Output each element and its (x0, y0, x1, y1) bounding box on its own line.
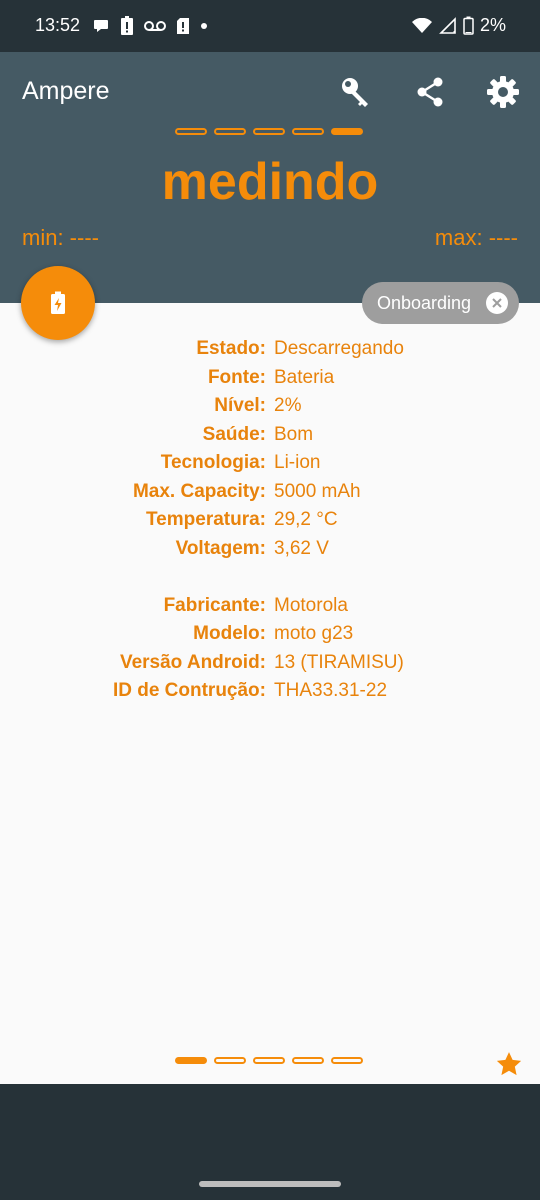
info-row: Max. Capacity: 5000 mAh (0, 481, 540, 509)
info-value: 3,62 V (274, 538, 329, 559)
info-row: Nível: 2% (0, 395, 540, 423)
chat-notification-icon (92, 17, 110, 35)
info-value: 5000 mAh (274, 481, 361, 502)
info-value: Bateria (274, 367, 335, 388)
bottom-page-dot[interactable] (292, 1057, 324, 1064)
info-row: Temperatura: 29,2 °C (0, 509, 540, 537)
status-time: 13:52 (35, 15, 81, 35)
home-gesture-handle[interactable] (199, 1181, 341, 1187)
info-label: Versão Android: (119, 652, 266, 673)
key-icon (338, 74, 374, 110)
bottom-page-dot[interactable] (214, 1057, 246, 1064)
share-icon (414, 76, 446, 108)
info-label: Modelo: (193, 623, 266, 644)
info-label: Saúde: (202, 424, 266, 445)
more-notifications-dot-icon (200, 22, 208, 30)
info-row: ID de Contrução: THA33.31-22 (0, 680, 540, 708)
info-row: Versão Android: 13 (TIRAMISU) (0, 652, 540, 680)
min-value: min: ---- (22, 225, 99, 250)
bottom-page-dot-active[interactable] (175, 1057, 207, 1064)
gear-icon (486, 75, 520, 109)
battery-alert-icon (120, 16, 134, 36)
top-page-dot[interactable] (214, 128, 246, 135)
onboarding-chip[interactable]: Onboarding (362, 282, 519, 324)
top-page-dot[interactable] (253, 128, 285, 135)
info-row: Voltagem: 3,62 V (0, 538, 540, 566)
battery-percent: 2% (479, 15, 506, 35)
share-button[interactable] (408, 70, 452, 114)
info-label: Nível: (214, 395, 266, 416)
info-row: Fonte: Bateria (0, 367, 540, 395)
onboarding-chip-label: Onboarding (377, 292, 472, 313)
info-row: Estado: Descarregando (0, 338, 540, 366)
info-value: Descarregando (274, 338, 404, 359)
sim-alert-icon (176, 17, 190, 35)
status-bar: 13:52 2% (0, 0, 540, 52)
settings-button[interactable] (481, 70, 525, 114)
star-icon (495, 1050, 523, 1078)
info-value: 2% (274, 395, 302, 416)
info-value: Bom (274, 424, 314, 445)
info-label: Fonte: (207, 367, 266, 388)
top-page-dot[interactable] (292, 128, 324, 135)
measurement-value: medindo (161, 153, 379, 211)
key-button[interactable] (334, 70, 378, 114)
info-row: Modelo: moto g23 (0, 623, 540, 651)
max-value: max: ---- (434, 225, 518, 250)
wifi-icon (411, 17, 433, 34)
battery-icon (463, 16, 474, 35)
top-page-indicator[interactable] (175, 128, 363, 135)
info-label: Tecnologia: (160, 452, 266, 473)
bottom-page-indicator[interactable] (175, 1057, 363, 1064)
info-row: Saúde: Bom (0, 424, 540, 452)
info-value: 29,2 °C (274, 509, 338, 530)
bottom-page-dot[interactable] (331, 1057, 363, 1064)
battery-fab[interactable] (21, 266, 95, 340)
info-label: Temperatura: (145, 509, 266, 530)
navigation-bar (0, 1084, 540, 1200)
info-label: Max. Capacity: (132, 481, 266, 502)
info-row: Tecnologia: Li-ion (0, 452, 540, 480)
voicemail-icon (144, 19, 166, 33)
info-row: Fabricante: Motorola (0, 595, 540, 623)
info-label: ID de Contrução: (112, 680, 266, 701)
info-label: Voltagem: (175, 538, 266, 559)
close-icon[interactable] (486, 292, 508, 314)
battery-charging-icon (50, 291, 66, 315)
info-value: Li-ion (274, 452, 321, 473)
star-button[interactable] (495, 1050, 523, 1083)
info-label: Estado: (196, 338, 266, 359)
app-bar: Ampere medindo min: ---- max: ---- (0, 52, 540, 303)
info-label: Fabricante: (163, 595, 266, 616)
notification-icons (92, 16, 208, 36)
bottom-page-dot[interactable] (253, 1057, 285, 1064)
top-page-dot[interactable] (175, 128, 207, 135)
app-title: Ampere (22, 77, 110, 105)
signal-icon (439, 16, 457, 35)
top-page-dot-active[interactable] (331, 128, 363, 135)
info-value: 13 (TIRAMISU) (274, 652, 404, 673)
info-value: moto g23 (274, 623, 354, 644)
info-value: THA33.31-22 (274, 680, 388, 701)
info-value: Motorola (274, 595, 348, 616)
system-icons: 2% (411, 15, 506, 36)
